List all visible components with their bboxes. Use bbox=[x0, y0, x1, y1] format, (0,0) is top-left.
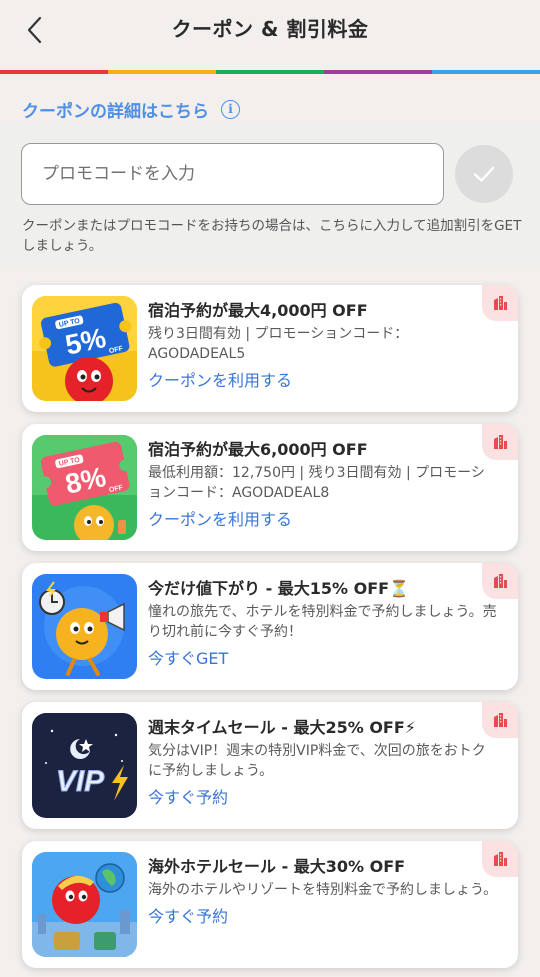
coupon-details-label: クーポンの詳細はこちら bbox=[22, 102, 209, 122]
hotel-building-icon bbox=[494, 435, 507, 449]
header: クーポン & 割引料金 bbox=[0, 0, 540, 70]
hotel-building-icon bbox=[494, 852, 507, 866]
rainbow-divider bbox=[0, 70, 540, 74]
card-body: 週末タイムセール - 最大25% OFF⚡ 気分はVIP！週末の特別VIP料金で… bbox=[148, 717, 498, 809]
promo-card[interactable]: 海外ホテルセール - 最大30% OFF 海外のホテルやリゾートを特別料金で予約… bbox=[22, 841, 518, 968]
hotel-building-icon bbox=[494, 574, 507, 588]
hotel-tag bbox=[482, 424, 518, 460]
overseas-hotel-image bbox=[32, 852, 137, 957]
coupon-card[interactable]: UP TO 5% OFF 宿泊予約が最大4,000円 OFF 残り3日間有効 |… bbox=[22, 285, 518, 412]
book-now-link[interactable]: 今すぐ予約 bbox=[148, 906, 498, 928]
rainbow-segment bbox=[108, 70, 216, 74]
card-description: 海外のホテルやリゾートを特別料金で予約しましょう。 bbox=[148, 882, 498, 898]
flash-sale-image bbox=[32, 574, 137, 679]
coupon-card[interactable]: UP TO 8% OFF 宿泊予約が最大6,000円 OFF 最低利用額：12,… bbox=[22, 424, 518, 551]
use-coupon-link[interactable]: クーポンを利用する bbox=[148, 509, 498, 531]
use-coupon-link[interactable]: クーポンを利用する bbox=[148, 370, 498, 392]
card-body: 今だけ値下がり - 最大15% OFF⏳ 憧れの旅先で、ホテルを特別料金で予約し… bbox=[148, 578, 498, 670]
card-title: 今だけ値下がり - 最大15% OFF⏳ bbox=[148, 579, 410, 598]
promo-code-section: クーポンまたはプロモコードをお持ちの場合は、こちらに入力して追加割引をGETしま… bbox=[0, 125, 540, 265]
get-now-link[interactable]: 今すぐGET bbox=[148, 648, 498, 670]
coupon-5-percent-image: UP TO 5% OFF bbox=[32, 296, 137, 401]
vip-text: VIP bbox=[56, 765, 105, 798]
promo-code-input[interactable] bbox=[21, 143, 444, 205]
hotel-tag bbox=[482, 702, 518, 738]
hotel-building-icon bbox=[494, 296, 507, 310]
promo-card[interactable]: VIP 週末タイムセール - 最大25% OFF⚡ 気分はVIP！週末の特別VI… bbox=[22, 702, 518, 829]
hotel-tag bbox=[482, 285, 518, 321]
vip-sale-image: VIP bbox=[32, 713, 137, 818]
hotel-tag bbox=[482, 563, 518, 599]
card-description: 気分はVIP！週末の特別VIP料金で、次回の旅をおトクに予約しましょう。 bbox=[148, 743, 486, 779]
coupon-details-link[interactable]: クーポンの詳細はこちら i bbox=[22, 97, 240, 122]
coupon-8-percent-image: UP TO 8% OFF bbox=[32, 435, 137, 540]
rainbow-segment bbox=[0, 70, 108, 74]
page-title: クーポン & 割引料金 bbox=[171, 17, 369, 41]
card-body: 宿泊予約が最大4,000円 OFF 残り3日間有効 | プロモーションコード：A… bbox=[148, 300, 498, 392]
card-title: 週末タイムセール - 最大25% OFF⚡ bbox=[148, 718, 417, 737]
card-title: 宿泊予約が最大6,000円 OFF bbox=[148, 440, 368, 459]
card-body: 海外ホテルセール - 最大30% OFF 海外のホテルやリゾートを特別料金で予約… bbox=[148, 856, 498, 928]
apply-promo-button[interactable] bbox=[455, 145, 513, 203]
promo-card[interactable]: 今だけ値下がり - 最大15% OFF⏳ 憧れの旅先で、ホテルを特別料金で予約し… bbox=[22, 563, 518, 690]
card-description: 残り3日間有効 | プロモーションコード：AGODADEAL5 bbox=[148, 326, 409, 362]
card-title: 海外ホテルセール - 最大30% OFF bbox=[148, 857, 406, 876]
rainbow-segment bbox=[216, 70, 324, 74]
rainbow-segment bbox=[324, 70, 432, 74]
hotel-tag bbox=[482, 841, 518, 877]
promo-hint: クーポンまたはプロモコードをお持ちの場合は、こちらに入力して追加割引をGETしま… bbox=[22, 218, 522, 254]
card-title: 宿泊予約が最大4,000円 OFF bbox=[148, 301, 368, 320]
card-description: 最低利用額：12,750円 | 残り3日間有効 | プロモーションコード：AGO… bbox=[148, 465, 485, 501]
card-description: 憧れの旅先で、ホテルを特別料金で予約しましょう。売り切れ前に今すぐ予約！ bbox=[148, 604, 497, 640]
check-icon bbox=[473, 166, 495, 182]
card-body: 宿泊予約が最大6,000円 OFF 最低利用額：12,750円 | 残り3日間有… bbox=[148, 439, 498, 531]
book-now-link[interactable]: 今すぐ予約 bbox=[148, 787, 498, 809]
info-icon[interactable]: i bbox=[221, 100, 240, 119]
hotel-building-icon bbox=[494, 713, 507, 727]
rainbow-segment bbox=[432, 70, 540, 74]
